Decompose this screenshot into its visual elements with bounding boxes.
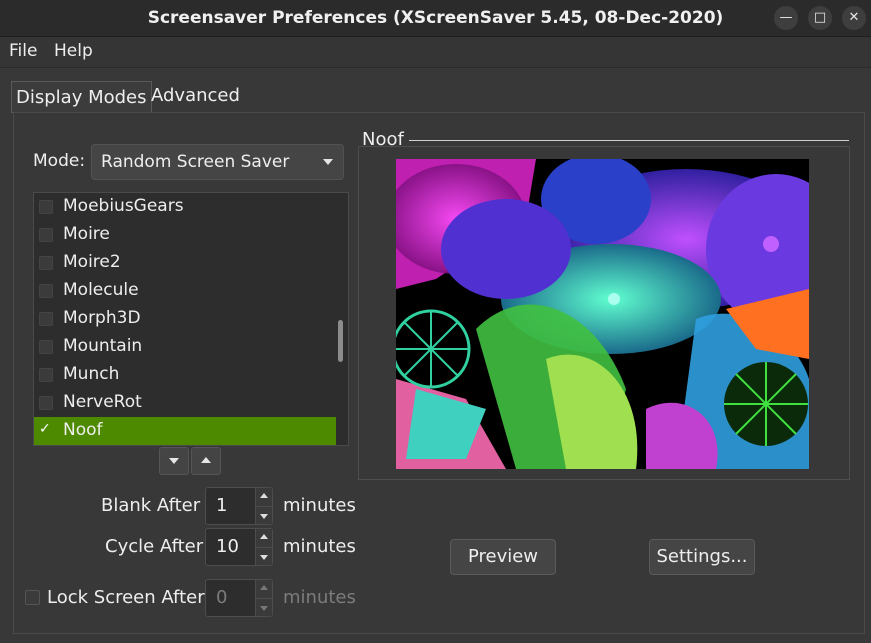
enable-checkbox[interactable]: [39, 340, 53, 354]
move-down-button[interactable]: [159, 447, 189, 475]
tab-advanced[interactable]: Advanced: [147, 80, 244, 111]
list-item[interactable]: Moire: [34, 221, 336, 249]
menu-help[interactable]: Help: [54, 41, 93, 61]
saver-name: Moire: [63, 224, 110, 244]
arrow-up-icon: [201, 457, 211, 463]
chevron-down-icon: [323, 159, 333, 165]
saver-name: Morph3D: [63, 308, 141, 328]
list-item[interactable]: Molecule: [34, 277, 336, 305]
list-item[interactable]: NerveRot: [34, 389, 336, 417]
lock-after-unit: minutes: [283, 587, 356, 608]
enable-checkbox[interactable]: [39, 284, 53, 298]
enable-checkbox[interactable]: [39, 312, 53, 326]
mode-selected-value: Random Screen Saver: [101, 152, 290, 172]
increment-icon[interactable]: [260, 534, 268, 539]
mode-label: Mode:: [33, 151, 86, 171]
list-scrollbar[interactable]: [338, 320, 343, 362]
move-up-button[interactable]: [191, 447, 221, 475]
menu-bar: File Help: [0, 37, 871, 68]
lock-screen-label: Lock Screen After: [47, 587, 205, 608]
enable-checkbox[interactable]: [39, 228, 53, 242]
maximize-icon[interactable]: □: [808, 6, 832, 30]
window-title: Screensaver Preferences (XScreenSaver 5.…: [147, 8, 724, 28]
saver-name: Moire2: [63, 252, 121, 272]
mode-dropdown[interactable]: Random Screen Saver: [91, 144, 344, 180]
enable-checkbox[interactable]: [39, 396, 53, 410]
list-item[interactable]: Mountain: [34, 333, 336, 361]
noof-artwork: [396, 159, 809, 469]
saver-name: Munch: [63, 364, 120, 384]
minimize-icon[interactable]: —: [774, 6, 798, 30]
saver-name: Mountain: [63, 336, 143, 356]
arrow-down-icon: [169, 458, 179, 464]
increment-icon: [260, 585, 268, 590]
enable-checkbox[interactable]: [39, 200, 53, 214]
list-item[interactable]: MoebiusGears: [34, 193, 336, 221]
saver-name: Noof: [63, 420, 103, 440]
list-item[interactable]: Munch: [34, 361, 336, 389]
screensaver-list[interactable]: MoebiusGears Moire Moire2 Molecule Morph…: [33, 192, 349, 446]
blank-after-spinner[interactable]: 1: [205, 487, 273, 525]
saver-name: Molecule: [63, 280, 139, 300]
lock-screen-checkbox[interactable]: [25, 590, 40, 605]
enable-checkbox[interactable]: [39, 256, 53, 270]
list-item[interactable]: Moire2: [34, 249, 336, 277]
decrement-icon[interactable]: [260, 514, 268, 519]
list-item[interactable]: Morph3D: [34, 305, 336, 333]
tab-display-modes[interactable]: Display Modes: [11, 81, 152, 113]
preview-image: [396, 159, 809, 469]
cycle-after-spinner[interactable]: 10: [205, 528, 273, 566]
lock-after-value: 0: [216, 587, 228, 608]
settings-button[interactable]: Settings...: [649, 539, 755, 575]
cycle-after-value[interactable]: 10: [216, 536, 239, 557]
title-bar: Screensaver Preferences (XScreenSaver 5.…: [0, 0, 871, 37]
lock-after-spinner: 0: [205, 579, 273, 617]
saver-name: MoebiusGears: [63, 196, 184, 216]
blank-after-value[interactable]: 1: [216, 495, 227, 516]
menu-file[interactable]: File: [9, 41, 37, 61]
cycle-after-label: Cycle After: [105, 536, 204, 557]
decrement-icon[interactable]: [260, 555, 268, 560]
preview-button[interactable]: Preview: [450, 539, 556, 575]
check-icon[interactable]: ✓: [39, 422, 51, 436]
close-icon[interactable]: ✕: [842, 6, 866, 30]
decrement-icon: [260, 606, 268, 611]
list-item-selected[interactable]: ✓ Noof: [34, 417, 336, 445]
cycle-after-unit: minutes: [283, 536, 356, 557]
blank-after-label: Blank After: [101, 495, 201, 516]
enable-checkbox[interactable]: [39, 368, 53, 382]
frame-divider: [409, 140, 849, 141]
saver-name: NerveRot: [63, 392, 142, 412]
blank-after-unit: minutes: [283, 495, 356, 516]
increment-icon[interactable]: [260, 493, 268, 498]
